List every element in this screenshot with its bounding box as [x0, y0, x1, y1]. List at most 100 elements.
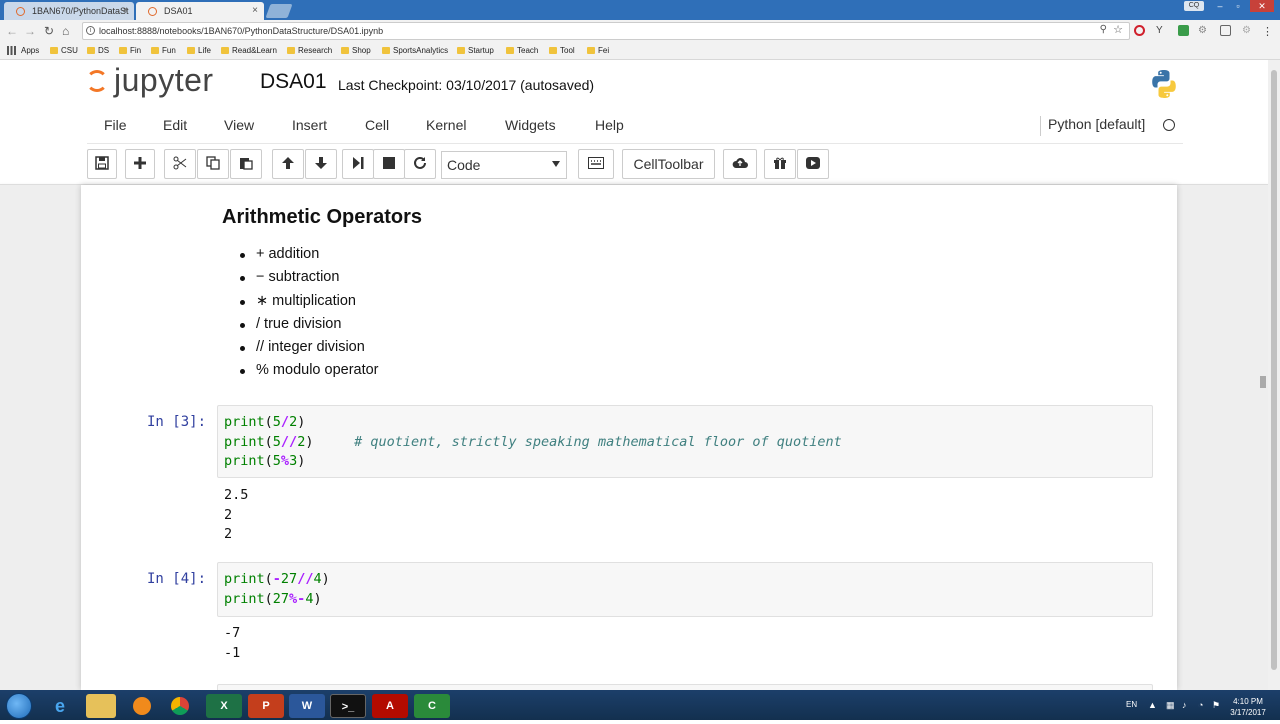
- keyboard-icon: [588, 157, 604, 169]
- bookmark-research[interactable]: Research: [287, 46, 332, 55]
- notebook-name[interactable]: DSA01: [260, 70, 327, 94]
- bookmark-apps[interactable]: Apps: [10, 46, 39, 55]
- publish-button[interactable]: [723, 149, 757, 179]
- menu-file[interactable]: File: [104, 117, 127, 133]
- tab-title: DSA01: [164, 6, 193, 16]
- bookmark-fei[interactable]: Fei: [587, 46, 609, 55]
- media-player-icon[interactable]: [124, 694, 160, 718]
- network-icon[interactable]: ▦: [1166, 700, 1175, 711]
- tray-arrow-icon[interactable]: ▲: [1148, 700, 1157, 710]
- chevron-down-icon: [552, 161, 560, 167]
- terminal-icon[interactable]: >_: [330, 694, 366, 718]
- info-icon[interactable]: i: [86, 26, 95, 35]
- menu-view[interactable]: View: [224, 117, 254, 133]
- opera-extension-icon[interactable]: [1134, 25, 1145, 36]
- bookmark-star-icon[interactable]: ☆: [1113, 23, 1123, 36]
- menu-insert[interactable]: Insert: [292, 117, 327, 133]
- paste-button[interactable]: [230, 149, 262, 179]
- bookmark-csu[interactable]: CSU: [50, 46, 78, 55]
- file-explorer-icon[interactable]: [86, 694, 116, 718]
- y-extension-icon[interactable]: Y: [1156, 25, 1167, 36]
- code-text[interactable]: print(-27//4) print(27%-4): [224, 570, 330, 609]
- acrobat-icon[interactable]: A: [372, 694, 408, 718]
- code-text[interactable]: print(5/2) print(5//2) # quotient, stric…: [224, 413, 842, 472]
- move-up-button[interactable]: [272, 149, 304, 179]
- restart-kernel-button[interactable]: [404, 149, 436, 179]
- insert-cell-button[interactable]: [125, 149, 155, 179]
- word-icon[interactable]: W: [289, 694, 325, 718]
- arrow-up-icon: [282, 157, 294, 169]
- close-tab-icon[interactable]: ×: [122, 5, 128, 16]
- bookmark-fun[interactable]: Fun: [151, 46, 176, 55]
- tab-1ban670[interactable]: 1BAN670/PythonDataSt ×: [4, 2, 134, 20]
- powerpoint-icon[interactable]: P: [248, 694, 284, 718]
- notebook-scroll-thumb[interactable]: [1260, 376, 1266, 388]
- start-button[interactable]: [6, 693, 32, 719]
- pocket-extension-icon[interactable]: [1220, 25, 1231, 36]
- green-extension-icon[interactable]: [1178, 25, 1189, 36]
- interrupt-button[interactable]: [373, 149, 405, 179]
- page-scroll-thumb[interactable]: [1271, 70, 1277, 670]
- wifi-icon[interactable]: ◔: [1198, 700, 1203, 710]
- refresh-icon: [414, 156, 426, 169]
- url-text: localhost:8888/notebooks/1BAN670/PythonD…: [99, 26, 384, 36]
- gear-extension-icon[interactable]: ⚙: [1198, 25, 1209, 36]
- bookmark-ds[interactable]: DS: [87, 46, 109, 55]
- puzzle-extension-icon[interactable]: ⚙: [1242, 25, 1253, 36]
- bookmark-tool[interactable]: Tool: [549, 46, 575, 55]
- bookmark-life[interactable]: Life: [187, 46, 211, 55]
- copy-icon: [206, 156, 220, 170]
- bookmark-fin[interactable]: Fin: [119, 46, 141, 55]
- zoom-icon[interactable]: ⚲: [1100, 24, 1107, 35]
- operator-list: + addition − subtraction ∗ multiplicatio…: [240, 246, 379, 386]
- menu-icon[interactable]: ⋮: [1262, 25, 1273, 38]
- code-input-area[interactable]: [217, 562, 1153, 617]
- profile-badge[interactable]: CQ: [1184, 1, 1204, 11]
- language-indicator[interactable]: EN: [1126, 700, 1137, 709]
- bookmark-shop[interactable]: Shop: [341, 46, 371, 55]
- bookmark-sportsanalytics[interactable]: SportsAnalytics: [382, 46, 448, 55]
- maximize-icon[interactable]: ▫: [1230, 0, 1246, 12]
- chrome-icon[interactable]: [162, 694, 198, 718]
- back-icon[interactable]: ←: [6, 24, 18, 38]
- home-icon[interactable]: ⌂: [62, 24, 69, 38]
- list-item: − subtraction: [240, 269, 379, 292]
- gift-button[interactable]: [764, 149, 796, 179]
- clock-date[interactable]: 3/17/2017: [1228, 708, 1268, 717]
- excel-icon[interactable]: X: [206, 694, 242, 718]
- kernel-name[interactable]: Python [default]: [1040, 116, 1145, 136]
- run-cell-button[interactable]: [342, 149, 374, 179]
- jupyter-logo-icon[interactable]: [86, 70, 108, 92]
- url-bar[interactable]: i localhost:8888/notebooks/1BAN670/Pytho…: [82, 22, 1130, 40]
- camtasia-icon[interactable]: C: [414, 694, 450, 718]
- checkpoint-status: Last Checkpoint: 03/10/2017 (autosaved): [338, 77, 595, 93]
- save-button[interactable]: [87, 149, 117, 179]
- menu-help[interactable]: Help: [595, 117, 624, 133]
- menu-widgets[interactable]: Widgets: [505, 117, 556, 133]
- bookmark-startup[interactable]: Startup: [457, 46, 494, 55]
- close-tab-icon[interactable]: ×: [252, 5, 258, 16]
- move-down-button[interactable]: [305, 149, 337, 179]
- clock-time[interactable]: 4:10 PM: [1230, 697, 1266, 706]
- menu-edit[interactable]: Edit: [163, 117, 187, 133]
- cut-button[interactable]: [164, 149, 196, 179]
- minimize-icon[interactable]: –: [1212, 0, 1228, 12]
- close-window-icon[interactable]: ✕: [1250, 0, 1274, 12]
- cell-type-select[interactable]: Code: [441, 151, 567, 179]
- menu-kernel[interactable]: Kernel: [426, 117, 466, 133]
- volume-icon[interactable]: ♪: [1182, 700, 1187, 710]
- forward-icon[interactable]: →: [24, 24, 36, 38]
- menu-cell[interactable]: Cell: [365, 117, 389, 133]
- bookmark-readlearn[interactable]: Read&Learn: [221, 46, 277, 55]
- celltoolbar-button[interactable]: CellToolbar: [622, 149, 715, 179]
- copy-button[interactable]: [197, 149, 229, 179]
- flag-icon[interactable]: ⚑: [1212, 700, 1220, 711]
- tab-dsa01[interactable]: DSA01 ×: [136, 2, 264, 20]
- slideshow-button[interactable]: [797, 149, 829, 179]
- jupyter-logo-text[interactable]: jupyter: [114, 62, 214, 99]
- notebook-scrollbar[interactable]: [1258, 185, 1268, 690]
- reload-icon[interactable]: ↻: [44, 24, 54, 38]
- bookmark-teach[interactable]: Teach: [506, 46, 538, 55]
- command-palette-button[interactable]: [578, 149, 614, 179]
- ie-icon[interactable]: e: [42, 694, 78, 718]
